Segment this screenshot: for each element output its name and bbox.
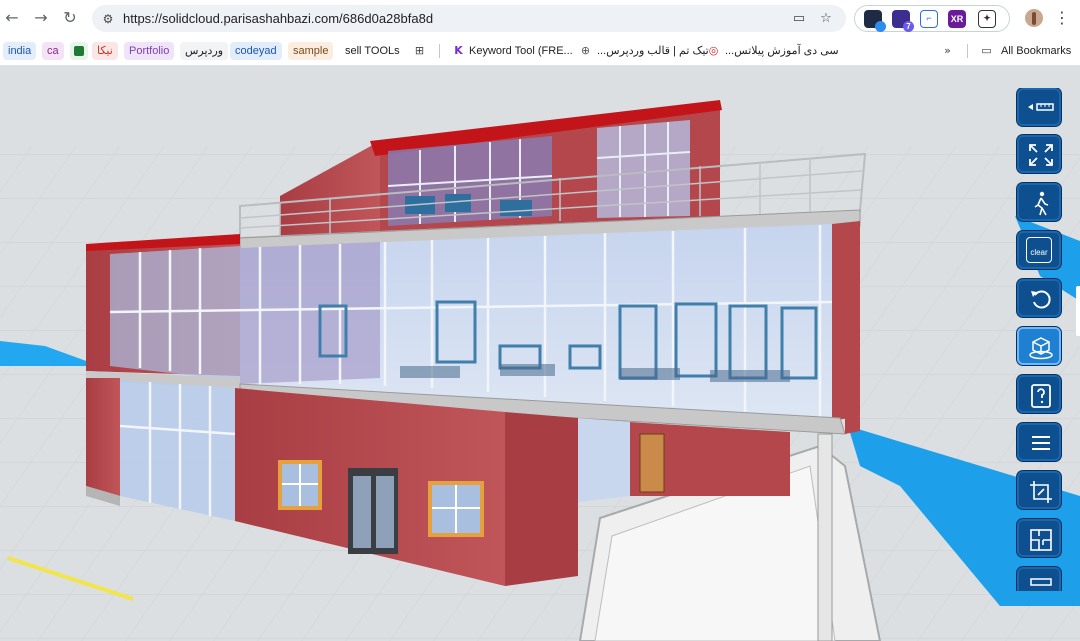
address-url[interactable]: https://solidcloud.parisashahbazi.com/68… [123,11,433,26]
level-button[interactable] [1017,567,1061,591]
slab-right-end [845,416,860,434]
ext-cube-icon[interactable] [864,10,886,32]
help-button[interactable] [1017,375,1061,413]
bim-viewer-canvas[interactable]: clear [0,66,1080,641]
menu-button[interactable] [1017,423,1061,461]
course-icon: ◎ [708,44,719,57]
ext-xr-icon[interactable]: XR [948,10,966,28]
bookmark-theme[interactable]: تیک تم | قالب وردپرس... [597,42,709,60]
bookmarks-separator [439,44,440,58]
floor-plan-button[interactable] [1017,519,1061,557]
walk-icon [1034,191,1049,216]
fullscreen-icon [1029,144,1053,166]
forward-icon[interactable]: → [31,8,51,28]
ext-vr-icon[interactable]: ⌐ [920,10,938,28]
level-icon [1030,578,1052,586]
main-entrance-door [348,468,398,554]
bookmark-portfolio[interactable]: Portfolio [124,42,175,60]
first-floor-corner-wall [505,412,578,586]
3d-view-icon [1029,337,1053,360]
bookmark-course[interactable]: سی دی آموزش پیلاتس... [725,42,839,60]
more-bookmarks-icon[interactable]: » [941,44,954,57]
bookmark-ca[interactable]: ca [42,42,64,60]
bookmark-sample[interactable]: sample [288,42,334,60]
help-icon [1031,384,1051,408]
extensions-group: 7 ⌐ XR ✦ [854,5,1010,32]
measure-icon [1028,103,1054,111]
apps-grid-icon[interactable]: ⊞ [413,44,426,57]
ext-puzzle-icon[interactable]: ✦ [978,10,996,28]
section-box-button[interactable] [1017,471,1061,509]
bookmark-green-folder[interactable] [70,42,88,60]
annex-column [817,433,833,641]
bookmark-india[interactable]: india [3,42,37,60]
building-3d-scene[interactable] [0,66,1080,641]
second-floor-left-glass [110,246,240,381]
bookmark-star-icon[interactable]: ☆ [817,10,835,28]
viewer-toolbar: clear [1015,88,1063,591]
wooden-door [639,433,665,493]
site-settings-icon[interactable]: ⚙ [100,11,116,27]
first-floor-left-wall [86,378,120,496]
reset-icon [1031,290,1051,309]
front-window-right [428,481,484,537]
globe-icon: ⊕ [580,44,591,57]
bookmark-all[interactable]: All Bookmarks [1001,42,1071,60]
bookmark-wordpress[interactable]: وردپرس [180,42,229,60]
floor-plan-icon [1030,529,1052,551]
section-box-icon [1030,481,1052,503]
second-floor-right-wall [832,221,860,421]
bookmark-sell-tools[interactable]: sell TOOLs [345,42,400,60]
side-panel-handle[interactable] [1076,286,1080,336]
bookmark-keyword-tool[interactable]: Keyword Tool (FRE... [469,42,573,60]
measure-button[interactable] [1017,88,1061,126]
profile-avatar[interactable] [1025,9,1043,27]
address-bar[interactable]: ⚙ https://solidcloud.parisashahbazi.com/… [92,5,846,32]
bookmarks-bar: india ca نیکا Portfolio وردپرس codeyad s… [0,37,1080,66]
green-square-icon [74,46,84,56]
walk-mode-button[interactable] [1017,183,1061,221]
ext-badge-count: 7 [903,21,914,32]
install-app-icon[interactable]: ▭ [790,10,808,28]
reset-view-button[interactable] [1017,279,1061,317]
bookmarks-separator-2 [967,44,968,58]
bookmark-codeyad[interactable]: codeyad [230,42,282,60]
menu-icon [1032,436,1050,450]
clear-icon: clear [1026,237,1052,263]
back-icon[interactable]: ← [2,8,22,28]
front-window-left [278,460,322,510]
ext-hexagon-icon[interactable]: 7 [892,10,914,32]
more-menu-icon[interactable]: ⋮ [1054,7,1070,29]
fullscreen-button[interactable] [1017,135,1061,173]
bookmark-nika[interactable]: نیکا [92,42,118,60]
browser-toolbar: ← → ↻ ⚙ https://solidcloud.parisashahbaz… [0,0,1080,37]
reload-icon[interactable]: ↻ [60,8,80,28]
first-floor-glass-door [578,418,630,502]
3d-view-button[interactable] [1017,327,1061,365]
keyword-tool-icon: K [454,44,463,57]
folder-icon: ▭ [981,44,992,57]
clear-button[interactable]: clear [1017,231,1061,269]
